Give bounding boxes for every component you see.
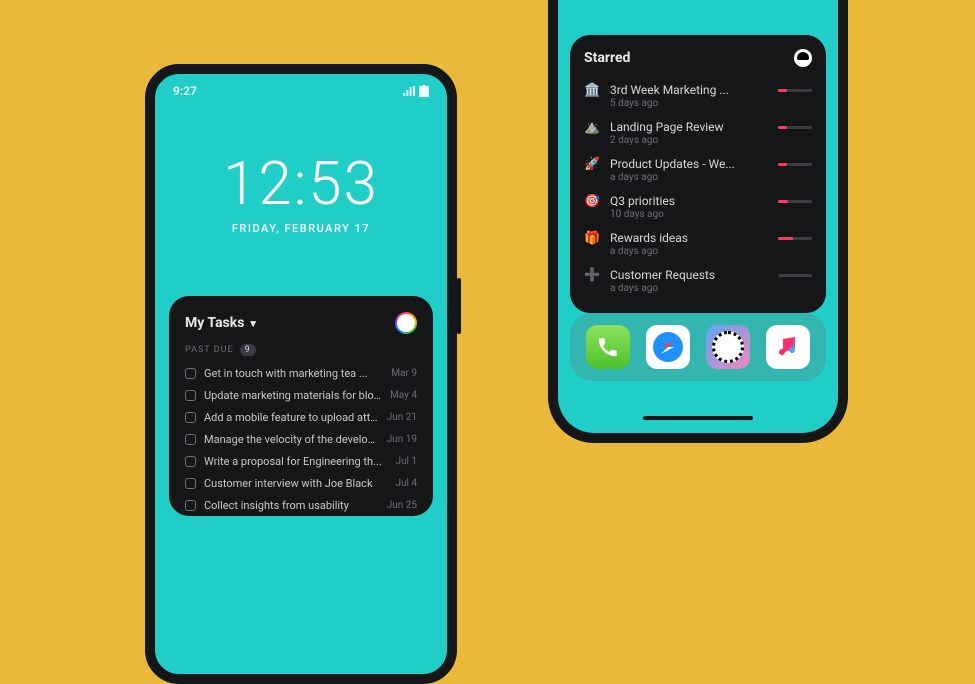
starred-row[interactable]: ⛰️ Landing Page Review2 days ago [584, 114, 812, 151]
checkbox[interactable] [185, 434, 196, 445]
item-emoji-icon: ⛰️ [584, 120, 600, 136]
signal-icon [403, 86, 415, 96]
starred-row[interactable]: 🎁 Rewards ideasa days ago [584, 225, 812, 262]
starred-row[interactable]: ➕ Customer Requestsa days ago [584, 262, 812, 299]
checkbox[interactable] [185, 368, 196, 379]
item-subtitle: 5 days ago [610, 98, 768, 109]
past-due-count-badge: 9 [240, 344, 256, 356]
item-title: 3rd Week Marketing ... [610, 83, 768, 97]
user-avatar[interactable] [395, 312, 417, 334]
item-emoji-icon: ➕ [584, 268, 600, 284]
item-title: Rewards ideas [610, 231, 768, 245]
dock-app-music[interactable] [766, 325, 810, 369]
item-title: Product Updates - We... [610, 157, 768, 171]
past-due-label: PAST DUE [185, 345, 234, 355]
task-row[interactable]: Get in touch with marketing tea ... Mar 9 [185, 362, 417, 384]
task-row[interactable]: Add a mobile feature to upload atta... Ju… [185, 406, 417, 428]
item-title: Landing Page Review [610, 120, 768, 134]
starred-row[interactable]: 🚀 Product Updates - We...a days ago [584, 151, 812, 188]
item-emoji-icon: 🚀 [584, 157, 600, 173]
chevron-down-icon: ▾ [250, 317, 256, 330]
my-tasks-widget[interactable]: My Tasks ▾ PAST DUE 9 Get in touch with … [169, 296, 433, 516]
item-subtitle: a days ago [610, 172, 768, 183]
widget-title: Starred [584, 50, 630, 66]
item-subtitle: a days ago [610, 246, 768, 257]
progress-meter [778, 274, 812, 277]
item-emoji-icon: 🏛️ [584, 83, 600, 99]
checkbox[interactable] [185, 456, 196, 467]
dock [570, 313, 826, 381]
task-text: Add a mobile feature to upload atta... [204, 411, 379, 424]
progress-meter [778, 237, 812, 240]
task-text: Collect insights from usability [204, 499, 379, 512]
status-icons [403, 85, 429, 97]
task-text: Customer interview with Joe Black [204, 477, 387, 490]
dock-app-phone[interactable] [586, 325, 630, 369]
starred-widget[interactable]: Starred 🏛️ 3rd Week Marketing ...5 days a… [570, 35, 826, 313]
battery-icon [419, 85, 429, 97]
dock-app-safari[interactable] [646, 325, 690, 369]
section-label-row: PAST DUE 9 [185, 344, 417, 356]
progress-meter [778, 200, 812, 203]
task-row[interactable]: Manage the velocity of the develop... Jun… [185, 428, 417, 450]
app-avatar[interactable] [794, 49, 812, 67]
music-note-icon [776, 335, 800, 359]
checkbox[interactable] [185, 500, 196, 511]
widget-header: Starred [584, 49, 812, 67]
task-row[interactable]: Customer interview with Joe Black Jul 4 [185, 472, 417, 494]
item-subtitle: 10 days ago [610, 209, 768, 220]
power-button[interactable] [457, 278, 461, 334]
status-bar: 9:27 [155, 74, 447, 98]
item-emoji-icon: 🎁 [584, 231, 600, 247]
clock-date: FRIDAY, FEBRUARY 17 [155, 222, 447, 235]
checkbox[interactable] [185, 412, 196, 423]
task-text: Write a proposal for Engineering th... [204, 455, 387, 468]
iphone-frame: Starred 🏛️ 3rd Week Marketing ...5 days a… [548, 0, 848, 443]
task-date: Jun 19 [387, 434, 417, 445]
android-phone-frame: 9:27 12:53 FRIDAY, FEBRUARY 17 My Tasks … [145, 64, 457, 684]
task-text: Update marketing materials for blo... [204, 389, 382, 402]
item-subtitle: 2 days ago [610, 135, 768, 146]
task-text: Get in touch with marketing tea ... [204, 367, 383, 380]
task-date: May 4 [390, 390, 417, 401]
home-indicator[interactable] [643, 416, 753, 420]
progress-meter [778, 89, 812, 92]
item-title: Q3 priorities [610, 194, 768, 208]
checkbox[interactable] [185, 478, 196, 489]
widget-title: My Tasks [185, 315, 244, 331]
clock-time: 12:53 [155, 154, 447, 214]
starred-list: 🏛️ 3rd Week Marketing ...5 days ago ⛰️ Land… [584, 77, 812, 299]
compass-icon [650, 329, 686, 365]
dock-app-custom[interactable] [706, 325, 750, 369]
task-date: Jun 21 [387, 412, 417, 423]
starred-row[interactable]: 🎯 Q3 priorities10 days ago [584, 188, 812, 225]
starred-row[interactable]: 🏛️ 3rd Week Marketing ...5 days ago [584, 77, 812, 114]
lockscreen-clock: 12:53 FRIDAY, FEBRUARY 17 [155, 154, 447, 235]
phone-icon [597, 336, 619, 358]
task-row[interactable]: Write a proposal for Engineering th... Ju… [185, 450, 417, 472]
progress-meter [778, 126, 812, 129]
widget-title-row[interactable]: My Tasks ▾ [185, 315, 256, 331]
task-row[interactable]: Collect insights from usability Jun 25 [185, 494, 417, 516]
item-subtitle: a days ago [610, 283, 768, 294]
task-date: Mar 9 [391, 368, 417, 379]
item-emoji-icon: 🎯 [584, 194, 600, 210]
item-title: Customer Requests [610, 268, 768, 282]
progress-meter [778, 163, 812, 166]
widget-header: My Tasks ▾ [185, 312, 417, 334]
task-date: Jul 4 [395, 478, 417, 489]
task-text: Manage the velocity of the develop... [204, 433, 379, 446]
task-list: Get in touch with marketing tea ... Mar 9… [185, 362, 417, 516]
task-date: Jun 25 [387, 500, 417, 511]
task-date: Jul 1 [395, 456, 417, 467]
task-row[interactable]: Update marketing materials for blo... May… [185, 384, 417, 406]
checkbox[interactable] [185, 390, 196, 401]
status-time: 9:27 [173, 84, 197, 98]
